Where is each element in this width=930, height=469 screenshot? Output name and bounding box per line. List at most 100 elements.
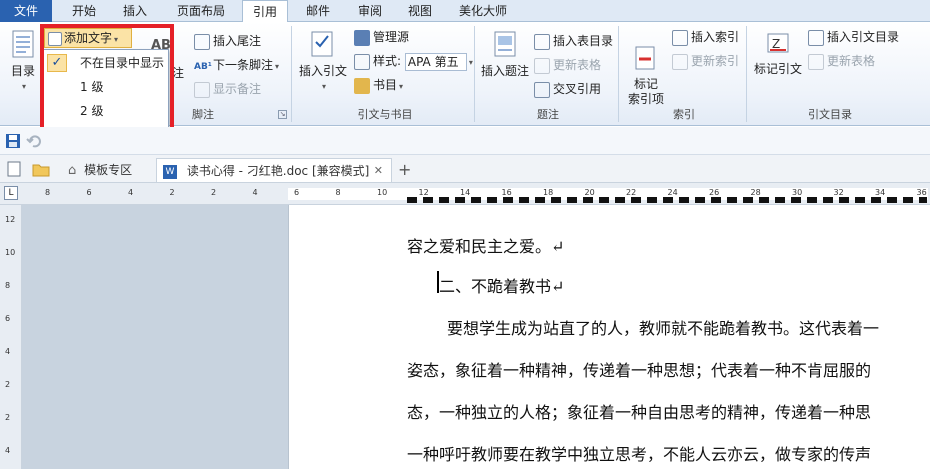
ruler-tick-label: 34	[875, 188, 886, 197]
ruler-tick-label: 30	[792, 188, 803, 197]
paragraph-line-4: 姿态，象征着一种精神，传递着一种思想；代表着一种不肯屈服的	[407, 361, 872, 380]
group-label-index: 索引	[673, 108, 695, 121]
tab-document[interactable]: W 读书心得 - 刁红艳.doc [兼容模式] ✕	[156, 158, 392, 182]
ruler-tick-label: 8	[5, 281, 11, 290]
toc-icon	[12, 30, 34, 58]
ruler-tick-label: 2	[5, 413, 11, 422]
ruler-tick-label: 14	[460, 188, 471, 197]
paragraph-line-3: 要想学生成为站直了的人，教师就不能跪着教书。这代表着一	[447, 319, 880, 338]
next-footnote-icon: AB¹	[194, 61, 212, 72]
toc-button[interactable]: 目录 ▾	[4, 30, 42, 94]
update-toa-button[interactable]: 更新表格	[808, 52, 875, 70]
tab-mailings[interactable]: 邮件	[296, 0, 340, 22]
paragraph-line-6: 一种呼吁教师要在教学中独立思考，不能人云亦云，做专家的传声	[407, 445, 872, 464]
show-notes-button[interactable]: 显示备注	[194, 80, 261, 98]
next-footnote-button[interactable]: AB¹下一条脚注 ▾	[194, 56, 279, 74]
manage-sources-icon	[354, 29, 370, 46]
chevron-down-icon: ▾	[321, 82, 326, 91]
tab-page-layout[interactable]: 页面布局	[166, 0, 236, 22]
update-index-button[interactable]: 更新索引	[672, 52, 739, 70]
ruler-tick-label: 20	[584, 188, 595, 197]
chevron-down-icon: ▾	[21, 82, 26, 91]
tab-stop-selector[interactable]: L	[4, 186, 18, 200]
bibliography-button[interactable]: 书目 ▾	[354, 76, 403, 94]
group-separator	[746, 26, 747, 122]
style-select-value[interactable]: APA 第五	[404, 52, 467, 71]
save-icon[interactable]	[5, 133, 21, 149]
ruler-tick-label: 6	[294, 188, 300, 197]
ruler-tick-label: 18	[543, 188, 554, 197]
ruler-tick-label: 32	[833, 188, 844, 197]
cross-reference-icon	[534, 81, 550, 98]
ruler-tick-label: 26	[709, 188, 720, 197]
insert-citation-button[interactable]: 插入引文 ▾	[296, 30, 350, 94]
document-icon[interactable]	[6, 161, 22, 177]
new-tab-button[interactable]: +	[398, 158, 418, 182]
update-table-button[interactable]: 更新表格	[534, 56, 601, 74]
insert-toa-button[interactable]: 插入引文目录	[808, 28, 899, 46]
ruler-tick-label: 16	[501, 188, 512, 197]
document-tab-bar: ⌂ 模板专区 W 读书心得 - 刁红艳.doc [兼容模式] ✕ +	[0, 155, 930, 183]
ruler-tick-label: 2	[5, 380, 11, 389]
svg-text:Z: Z	[772, 37, 780, 51]
update-toa-icon	[808, 53, 824, 70]
tab-home[interactable]: 开始	[60, 0, 108, 22]
group-label-citations: 引文与书目	[357, 108, 413, 121]
tab-references[interactable]: 引用	[242, 0, 288, 23]
group-label-captions: 题注	[537, 108, 559, 121]
ruler-tick-label: 4	[252, 188, 258, 197]
ruler-tick-label: 12	[5, 215, 16, 224]
insert-index-icon	[672, 29, 688, 46]
tab-insert[interactable]: 插入	[112, 0, 158, 22]
ruler-tick-label: 8	[45, 188, 51, 197]
close-icon[interactable]: ✕	[374, 159, 383, 183]
group-separator	[618, 26, 619, 122]
tab-view[interactable]: 视图	[398, 0, 442, 22]
table-figures-icon	[534, 33, 550, 50]
tab-beautify[interactable]: 美化大师	[450, 0, 516, 22]
cross-reference-button[interactable]: 交叉引用	[534, 80, 601, 98]
update-index-icon	[672, 53, 688, 70]
mark-citation-icon: Z	[767, 33, 789, 53]
quick-access-toolbar	[0, 127, 930, 155]
word-icon: W	[163, 164, 177, 179]
group-separator	[474, 26, 475, 122]
insert-caption-icon	[494, 31, 516, 57]
insert-endnote-button[interactable]: 插入尾注	[194, 32, 261, 50]
bibliography-icon	[354, 77, 370, 94]
vertical-ruler[interactable]: 12 10 8 6 4 2 2 4	[0, 205, 22, 469]
ruler-tick-label: 4	[5, 446, 11, 455]
home-icon: ⌂	[68, 163, 77, 178]
footnote-launcher-icon[interactable]: ↘	[278, 110, 287, 119]
document-page[interactable]: 容之爱和民主之爱。↵ 二、不跪着教书↵ 要想学生成为站直了的人，教师就不能跪着教…	[288, 197, 930, 469]
paragraph-line-1: 容之爱和民主之爱。↵	[407, 237, 565, 256]
insert-table-figures-button[interactable]: 插入表目录	[534, 32, 613, 50]
ruler-tick-label: 8	[335, 188, 341, 197]
update-table-icon	[534, 57, 550, 74]
folder-icon[interactable]	[32, 161, 50, 177]
ribbon-tab-bar: 文件 开始 插入 页面布局 引用 邮件 审阅 视图 美化大师	[0, 0, 930, 23]
insert-toa-icon	[808, 29, 824, 46]
tab-review[interactable]: 审阅	[348, 0, 392, 22]
manage-sources-button[interactable]: 管理源	[354, 28, 409, 46]
ruler-tick-label: 4	[5, 347, 11, 356]
undo-icon[interactable]	[26, 133, 42, 149]
document-canvas: 容之爱和民主之爱。↵ 二、不跪着教书↵ 要想学生成为站直了的人，教师就不能跪着教…	[22, 197, 930, 469]
group-separator	[291, 26, 292, 122]
group-label-footnotes: 脚注	[192, 108, 214, 121]
ruler-tick-label: 12	[418, 188, 429, 197]
ruler-tick-label: 24	[667, 188, 678, 197]
mark-citation-button[interactable]: Z 标记引文	[750, 30, 806, 77]
insert-caption-button[interactable]: 插入题注	[478, 30, 532, 79]
mark-entry-icon	[635, 46, 655, 70]
tab-template-zone[interactable]: ⌂ 模板专区	[60, 158, 156, 182]
ruler-tick-label: 22	[626, 188, 637, 197]
paragraph-line-5: 态，一种独立的人格；象征着一种自由思考的精神，传递着一种思	[407, 403, 872, 422]
group-label-authorities: 引文目录	[808, 108, 852, 121]
insert-index-button[interactable]: 插入索引	[672, 28, 739, 46]
tab-file[interactable]: 文件	[0, 0, 52, 22]
ruler-tick-label: 6	[5, 314, 11, 323]
ruler-tick-label: 4	[128, 188, 134, 197]
ruler-tick-label: 10	[377, 188, 388, 197]
style-select[interactable]: 样式: APA 第五 ▾	[354, 52, 473, 71]
